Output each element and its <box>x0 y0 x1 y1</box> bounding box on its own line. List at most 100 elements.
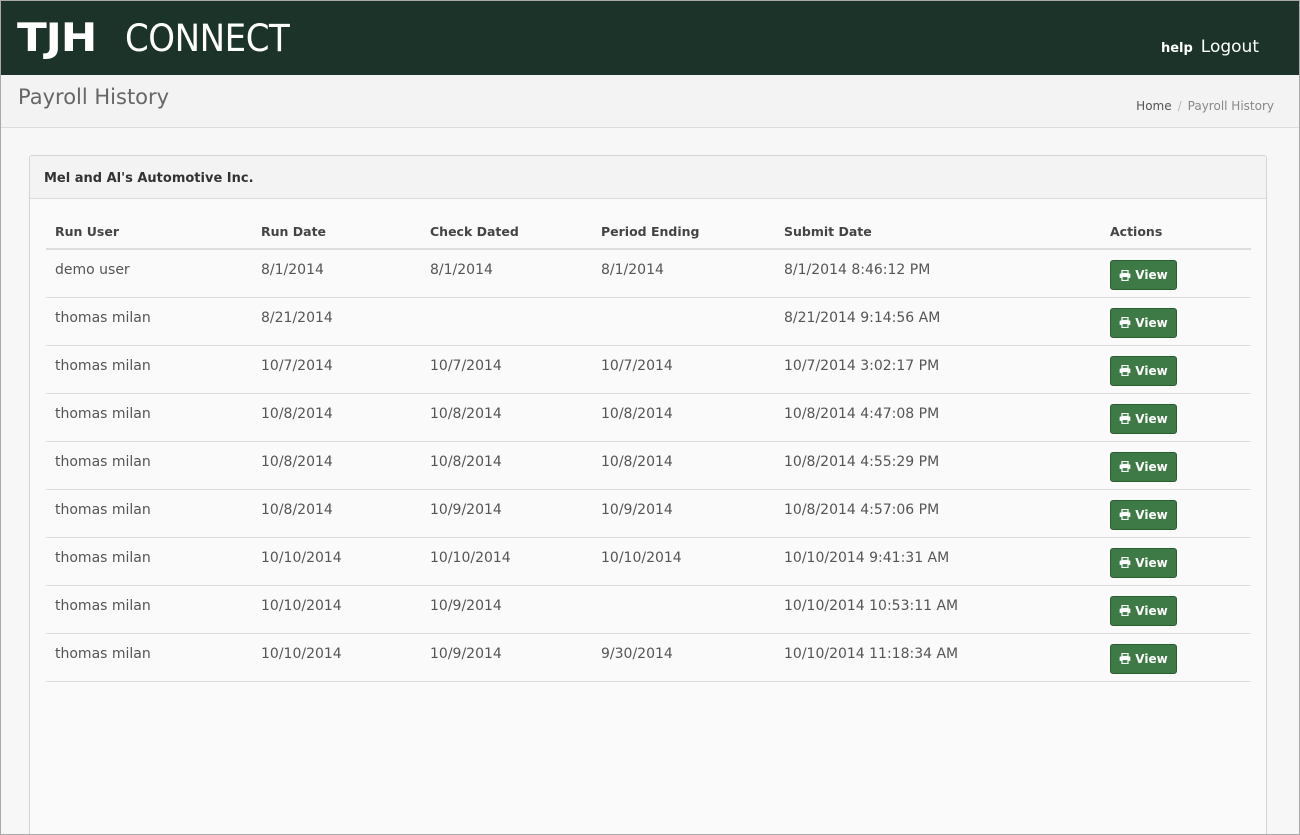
cell-run-user: thomas milan <box>46 393 252 442</box>
cell-submit-date: 10/8/2014 4:55:29 PM <box>775 441 1101 490</box>
logout-link[interactable]: Logout <box>1201 37 1259 57</box>
table-row: demo user 8/1/2014 8/1/2014 8/1/2014 8/1/201… <box>46 249 1251 298</box>
cell-actions: View <box>1101 345 1251 394</box>
cell-run-user: thomas milan <box>46 345 252 394</box>
cell-check-dated: 8/1/2014 <box>421 249 592 298</box>
page-header: Payroll History Home / Payroll History <box>1 75 1299 128</box>
view-button-label: View <box>1135 603 1168 618</box>
column-header-run-date[interactable]: Run Date <box>252 214 421 250</box>
table-header-row: Run User Run Date Check Dated Period End… <box>46 214 1251 250</box>
table-row: thomas milan 10/10/2014 10/10/2014 10/10/20… <box>46 537 1251 586</box>
cell-period-ending: 10/7/2014 <box>592 345 775 394</box>
view-button-label: View <box>1135 315 1168 330</box>
cell-submit-date: 8/21/2014 9:14:56 AM <box>775 297 1101 346</box>
table-row: thomas milan 10/8/2014 10/8/2014 10/8/2014 1… <box>46 441 1251 490</box>
tjh-connect-logo[interactable]: TJH CONNECT <box>17 19 304 59</box>
panel-heading: Mel and Al's Automotive Inc. <box>30 156 1266 199</box>
cell-run-user: thomas milan <box>46 441 252 490</box>
cell-run-user: thomas milan <box>46 537 252 586</box>
cell-actions: View <box>1101 393 1251 442</box>
cell-check-dated: 10/10/2014 <box>421 537 592 586</box>
print-icon <box>1119 509 1131 520</box>
cell-actions: View <box>1101 537 1251 586</box>
cell-run-date: 10/8/2014 <box>252 441 421 490</box>
cell-run-user: thomas milan <box>46 489 252 538</box>
column-header-run-user[interactable]: Run User <box>46 214 252 250</box>
view-button[interactable]: View <box>1110 451 1177 482</box>
cell-period-ending <box>592 585 775 634</box>
cell-run-date: 10/10/2014 <box>252 537 421 586</box>
breadcrumb: Home / Payroll History <box>1136 99 1274 113</box>
cell-submit-date: 8/1/2014 8:46:12 PM <box>775 249 1101 298</box>
view-button[interactable]: View <box>1110 307 1177 338</box>
cell-run-date: 8/1/2014 <box>252 249 421 298</box>
cell-submit-date: 10/10/2014 9:41:31 AM <box>775 537 1101 586</box>
print-icon <box>1119 461 1131 472</box>
cell-run-date: 8/21/2014 <box>252 297 421 346</box>
table-row: thomas milan 10/7/2014 10/7/2014 10/7/2014 1… <box>46 345 1251 394</box>
cell-check-dated: 10/8/2014 <box>421 441 592 490</box>
help-link[interactable]: help <box>1161 41 1193 56</box>
cell-check-dated: 10/9/2014 <box>421 633 592 682</box>
logo-light-text: CONNECT <box>125 17 290 60</box>
cell-actions: View <box>1101 585 1251 634</box>
cell-period-ending: 10/8/2014 <box>592 441 775 490</box>
view-button[interactable]: View <box>1110 643 1177 674</box>
cell-check-dated: 10/9/2014 <box>421 585 592 634</box>
table-row: thomas milan 10/10/2014 10/9/2014 9/30/2014… <box>46 633 1251 682</box>
print-icon <box>1119 413 1131 424</box>
cell-period-ending: 9/30/2014 <box>592 633 775 682</box>
logo-bold-text: TJH <box>17 16 97 61</box>
column-header-period-ending[interactable]: Period Ending <box>592 214 775 250</box>
cell-check-dated: 10/7/2014 <box>421 345 592 394</box>
table-row: thomas milan 10/8/2014 10/8/2014 10/8/2014 1… <box>46 393 1251 442</box>
cell-submit-date: 10/10/2014 11:18:34 AM <box>775 633 1101 682</box>
breadcrumb-separator: / <box>1177 99 1182 113</box>
cell-run-date: 10/8/2014 <box>252 393 421 442</box>
table-body: demo user 8/1/2014 8/1/2014 8/1/2014 8/1/201… <box>46 249 1251 682</box>
view-button[interactable]: View <box>1110 260 1177 290</box>
payroll-history-table: Run User Run Date Check Dated Period End… <box>46 214 1251 682</box>
cell-actions: View <box>1101 297 1251 346</box>
cell-period-ending: 8/1/2014 <box>592 249 775 298</box>
cell-run-date: 10/8/2014 <box>252 489 421 538</box>
top-bar: TJH CONNECT help Logout <box>1 1 1299 75</box>
cell-check-dated: 10/8/2014 <box>421 393 592 442</box>
print-icon <box>1119 365 1131 376</box>
view-button[interactable]: View <box>1110 547 1177 578</box>
cell-actions: View <box>1101 633 1251 682</box>
cell-actions: View <box>1101 249 1251 298</box>
table-row: thomas milan 10/10/2014 10/9/2014 10/10/201… <box>46 585 1251 634</box>
breadcrumb-current: Payroll History <box>1187 99 1274 113</box>
print-icon <box>1119 605 1131 616</box>
cell-period-ending <box>592 297 775 346</box>
column-header-check-dated[interactable]: Check Dated <box>421 214 592 250</box>
cell-run-user: demo user <box>46 249 252 298</box>
cell-run-date: 10/10/2014 <box>252 585 421 634</box>
cell-submit-date: 10/7/2014 3:02:17 PM <box>775 345 1101 394</box>
top-links: help Logout <box>1161 37 1259 57</box>
cell-submit-date: 10/8/2014 4:47:08 PM <box>775 393 1101 442</box>
cell-submit-date: 10/10/2014 10:53:11 AM <box>775 585 1101 634</box>
view-button[interactable]: View <box>1110 499 1177 530</box>
print-icon <box>1119 269 1131 281</box>
cell-period-ending: 10/9/2014 <box>592 489 775 538</box>
view-button[interactable]: View <box>1110 403 1177 434</box>
cell-run-date: 10/10/2014 <box>252 633 421 682</box>
view-button-label: View <box>1135 507 1168 522</box>
view-button[interactable]: View <box>1110 595 1177 626</box>
print-icon <box>1119 317 1131 328</box>
cell-check-dated: 10/9/2014 <box>421 489 592 538</box>
view-button-label: View <box>1135 411 1168 426</box>
view-button-label: View <box>1135 555 1168 570</box>
print-icon <box>1119 653 1131 664</box>
print-icon <box>1119 557 1131 568</box>
table-row: thomas milan 10/8/2014 10/9/2014 10/9/2014 1… <box>46 489 1251 538</box>
cell-actions: View <box>1101 441 1251 490</box>
cell-submit-date: 10/8/2014 4:57:06 PM <box>775 489 1101 538</box>
column-header-submit-date[interactable]: Submit Date <box>775 214 1101 250</box>
view-button-label: View <box>1135 363 1168 378</box>
breadcrumb-home-link[interactable]: Home <box>1136 99 1171 113</box>
app-window: TJH CONNECT help Logout Payroll History … <box>0 0 1300 835</box>
view-button[interactable]: View <box>1110 355 1177 386</box>
